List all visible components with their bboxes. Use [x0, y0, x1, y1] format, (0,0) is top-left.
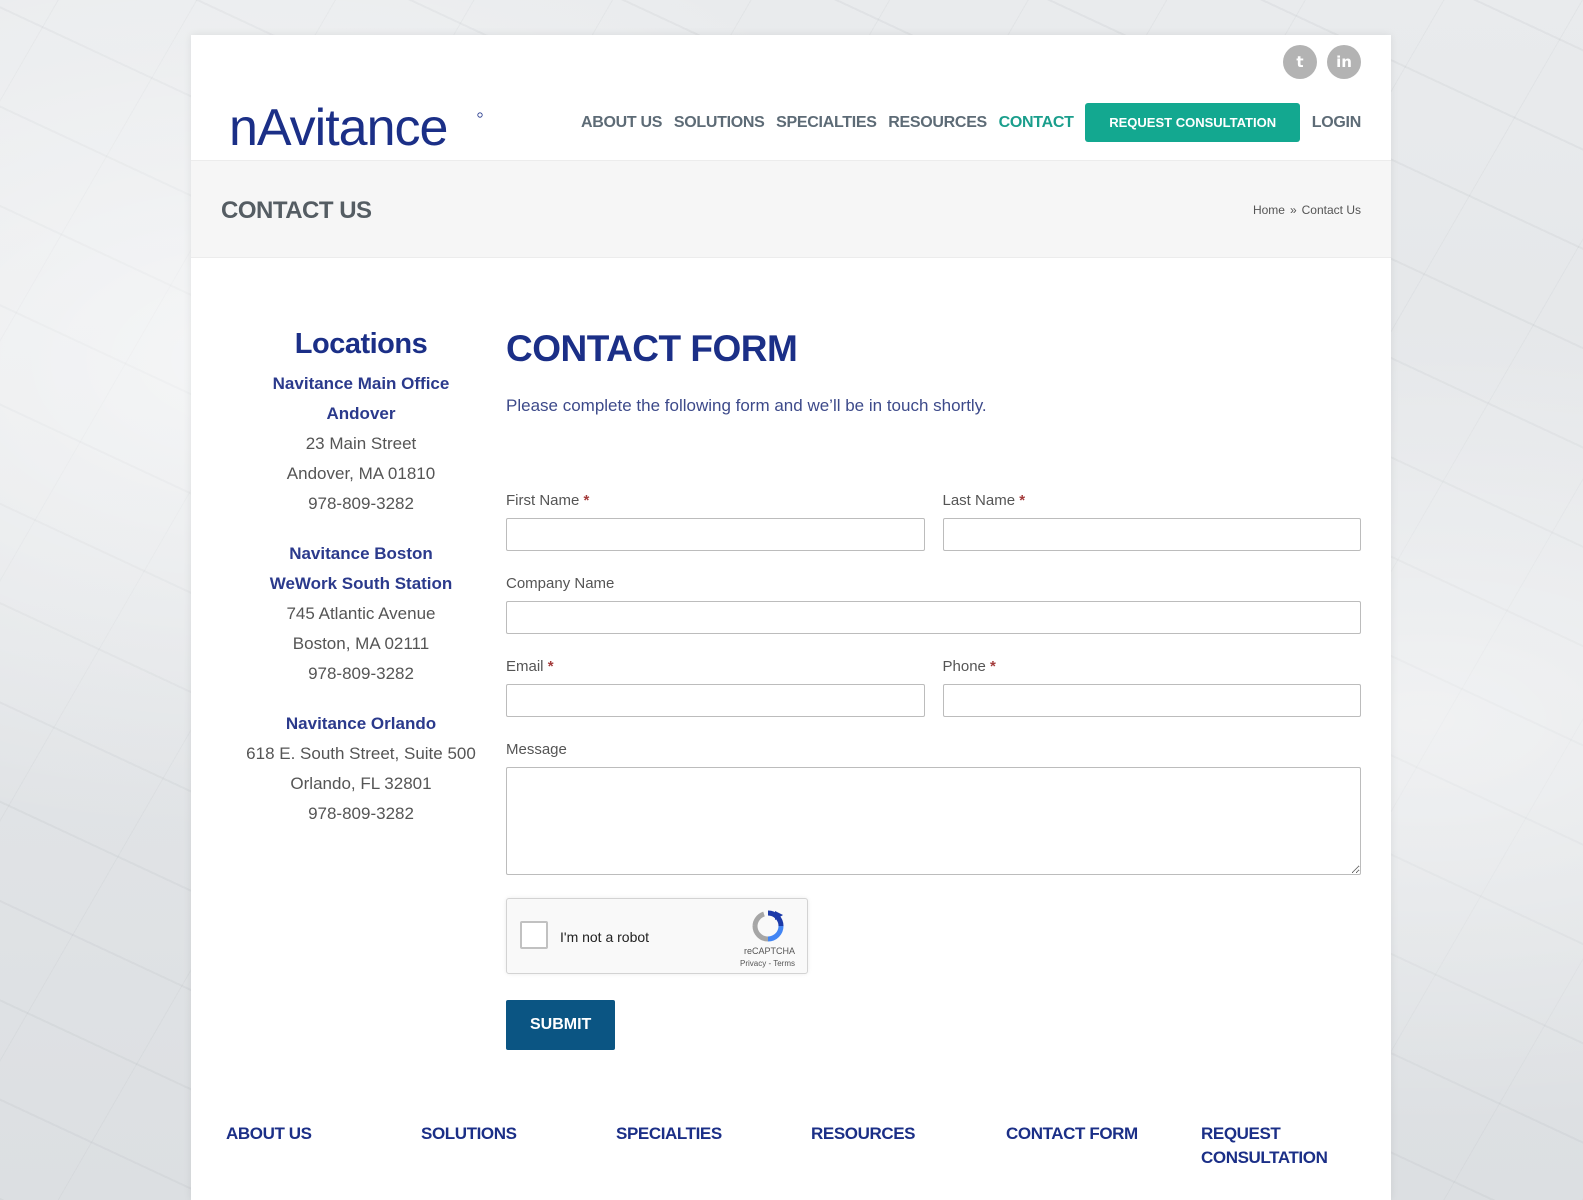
- email-input[interactable]: [506, 684, 925, 717]
- submit-wrapper: SUBMIT: [506, 1000, 1361, 1050]
- location-city: Orlando, FL 32801: [290, 774, 432, 793]
- breadcrumb: Home » Contact Us: [1253, 203, 1361, 217]
- company-row: Company Name: [506, 575, 1361, 634]
- first-name-group: First Name *: [506, 492, 925, 551]
- first-name-input[interactable]: [506, 518, 925, 551]
- submit-button[interactable]: SUBMIT: [506, 1000, 616, 1050]
- footer-link-request-consultation[interactable]: REQUEST CONSULTATION: [1201, 1122, 1328, 1170]
- recaptcha-links[interactable]: Privacy - Terms: [740, 959, 795, 968]
- form-intro: Please complete the following form and w…: [506, 396, 987, 415]
- nav-item-resources[interactable]: RESOURCES: [888, 114, 987, 132]
- location-orlando: Navitance Orlando 618 E. South Street, S…: [241, 709, 481, 829]
- locations-heading: Locations: [294, 328, 428, 360]
- recaptcha-widget: I'm not a robot reCAPTCHA Privacy - Term…: [506, 898, 808, 974]
- request-consultation-button[interactable]: REQUEST CONSULTATION: [1085, 103, 1301, 142]
- location-street: 745 Atlantic Avenue: [286, 604, 436, 623]
- contact-row: Email * Phone *: [506, 658, 1361, 717]
- location-subname: Andover: [326, 404, 396, 423]
- name-row: First Name * Last Name *: [506, 492, 1361, 551]
- recaptcha-brand: reCAPTCHA: [743, 946, 795, 956]
- location-phone[interactable]: 978-809-3282: [241, 659, 481, 689]
- footer-link-specialties[interactable]: SPECIALTIES: [616, 1122, 811, 1170]
- site-header: t in nAvitance ABOUT US SOLUTIONS SPECIA…: [191, 35, 1391, 160]
- company-label: Company Name: [506, 575, 615, 592]
- required-mark: *: [547, 658, 554, 675]
- recaptcha-checkbox[interactable]: [520, 921, 548, 949]
- message-label: Message: [506, 741, 567, 758]
- breadcrumb-current: Contact Us: [1301, 203, 1361, 217]
- message-textarea[interactable]: [506, 767, 1361, 875]
- footer-link-contact-form[interactable]: CONTACT FORM: [1006, 1122, 1201, 1170]
- last-name-input[interactable]: [942, 518, 1361, 551]
- phone-input[interactable]: [942, 684, 1361, 717]
- company-input[interactable]: [506, 601, 1361, 634]
- recaptcha-label: I'm not a robot: [560, 929, 650, 945]
- location-name: Navitance Boston: [289, 544, 433, 563]
- footer-link-solutions[interactable]: SOLUTIONS: [421, 1122, 616, 1170]
- nav-item-contact[interactable]: CONTACT: [999, 114, 1074, 132]
- footer-link-about-us[interactable]: ABOUT US: [226, 1122, 421, 1170]
- footer-nav: ABOUT US SOLUTIONS SPECIALTIES RESOURCES…: [226, 1122, 1361, 1170]
- recaptcha-icon: [752, 910, 784, 942]
- phone-group: Phone *: [942, 658, 1361, 717]
- nav-item-about-us[interactable]: ABOUT US: [581, 114, 662, 132]
- nav-item-specialties[interactable]: SPECIALTIES: [776, 114, 877, 132]
- location-name: Navitance Orlando: [285, 714, 437, 733]
- linkedin-icon[interactable]: in: [1327, 45, 1361, 79]
- location-city: Andover, MA 01810: [286, 464, 436, 483]
- last-name-label: Last Name *: [942, 492, 1026, 509]
- phone-label: Phone *: [942, 658, 996, 675]
- locations-sidebar: Locations Navitance Main Office Andover …: [241, 328, 481, 849]
- login-link[interactable]: LOGIN: [1312, 114, 1361, 132]
- breadcrumb-home-link[interactable]: Home: [1253, 203, 1285, 217]
- twitter-icon[interactable]: t: [1283, 45, 1317, 79]
- page-title-bar: CONTACT US Home » Contact Us: [191, 160, 1391, 258]
- message-row: Message: [506, 741, 1361, 880]
- required-mark: *: [583, 492, 590, 509]
- location-name: Navitance Main Office: [272, 374, 450, 393]
- navitance-logo[interactable]: nAvitance: [229, 89, 484, 149]
- breadcrumb-separator: »: [1289, 203, 1297, 217]
- email-label: Email *: [506, 658, 554, 675]
- main-nav: ABOUT US SOLUTIONS SPECIALTIES RESOURCES…: [581, 103, 1361, 142]
- location-street: 618 E. South Street, Suite 500: [246, 744, 476, 763]
- last-name-group: Last Name *: [942, 492, 1361, 551]
- page-container: t in nAvitance ABOUT US SOLUTIONS SPECIA…: [191, 35, 1391, 1200]
- location-andover: Navitance Main Office Andover 23 Main St…: [241, 369, 481, 519]
- location-city: Boston, MA 02111: [292, 634, 430, 653]
- company-group: Company Name: [506, 575, 1361, 634]
- email-group: Email *: [506, 658, 925, 717]
- location-phone[interactable]: 978-809-3282: [241, 799, 481, 829]
- message-group: Message: [506, 741, 1361, 880]
- main-content: Locations Navitance Main Office Andover …: [191, 258, 1391, 1088]
- form-title: CONTACT FORM: [506, 328, 798, 369]
- required-mark: *: [990, 658, 996, 675]
- footer-link-resources[interactable]: RESOURCES: [811, 1122, 1006, 1170]
- nav-item-solutions[interactable]: SOLUTIONS: [674, 114, 765, 132]
- page-title: CONTACT US: [221, 197, 372, 224]
- location-boston: Navitance Boston WeWork South Station 74…: [241, 539, 481, 689]
- location-phone[interactable]: 978-809-3282: [241, 489, 481, 519]
- location-subname: WeWork South Station: [269, 574, 453, 593]
- location-street: 23 Main Street: [305, 434, 417, 453]
- required-mark: *: [1019, 492, 1026, 509]
- contact-form: CONTACT FORM Please complete the followi…: [506, 328, 1361, 1050]
- social-links: t in: [1283, 45, 1361, 79]
- logo-text: nAvitance: [229, 99, 447, 149]
- first-name-label: First Name *: [506, 492, 590, 509]
